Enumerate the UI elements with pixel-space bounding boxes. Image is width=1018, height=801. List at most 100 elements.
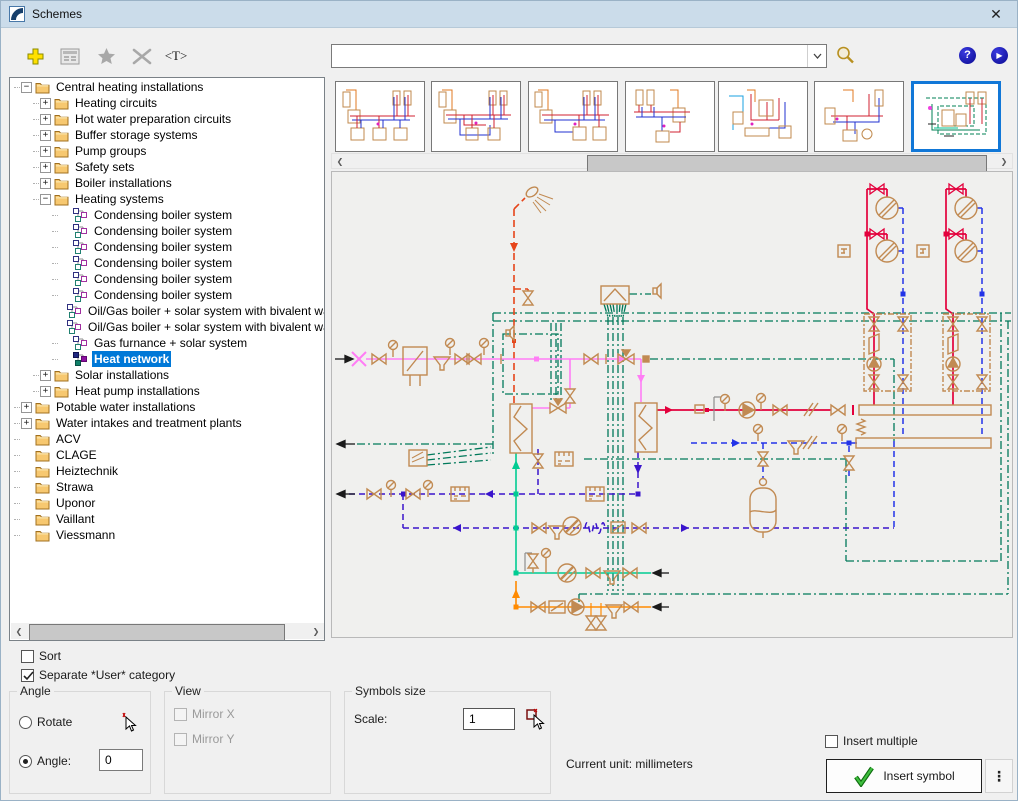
scale-input[interactable] xyxy=(463,708,515,730)
expand-icon[interactable]: + xyxy=(21,418,32,429)
tree-item[interactable]: Uponor xyxy=(10,495,324,511)
search-dropdown-button[interactable] xyxy=(807,45,826,67)
tree-item[interactable]: Condensing boiler system xyxy=(10,255,324,271)
tree-item[interactable]: + Heat pump installations xyxy=(10,383,324,399)
collapse-icon[interactable]: − xyxy=(40,194,51,205)
mirror-y-checkbox[interactable] xyxy=(174,733,187,746)
angle-input[interactable] xyxy=(99,749,143,771)
expand-icon[interactable]: + xyxy=(40,178,51,189)
scheme-thumbnail[interactable] xyxy=(814,81,904,152)
tree-guide xyxy=(52,231,58,232)
insert-multiple-option[interactable]: Insert multiple xyxy=(825,734,918,749)
scheme-thumbnail-selected[interactable] xyxy=(911,81,1001,152)
tree-item-label: Heat pump installations xyxy=(73,383,202,399)
expand-icon[interactable]: + xyxy=(40,114,51,125)
tree-guide xyxy=(14,503,20,504)
play-button[interactable]: ▶ xyxy=(991,47,1008,64)
tree-item-label: Condensing boiler system xyxy=(92,255,234,271)
expander-spacer xyxy=(21,530,32,541)
tree-item-label: Pump groups xyxy=(73,143,148,159)
tree-item[interactable]: +Buffer storage systems xyxy=(10,127,324,143)
tree-item[interactable]: Condensing boiler system xyxy=(10,223,324,239)
indigo-arrows xyxy=(401,465,689,532)
folder-icon xyxy=(35,464,51,478)
add-button[interactable] xyxy=(23,44,47,68)
text-symbol-icon: <T> xyxy=(165,48,188,64)
tree-item[interactable]: +Solar installations xyxy=(10,367,324,383)
scheme-thumbnail[interactable] xyxy=(528,81,618,152)
scroll-left-icon[interactable]: ❮ xyxy=(11,623,27,639)
title-bar: Schemes ✕ xyxy=(1,1,1017,28)
tree-item[interactable]: Heiztechnik xyxy=(10,463,324,479)
delete-button[interactable] xyxy=(130,44,154,68)
tree-item[interactable]: + Pump groups xyxy=(10,143,324,159)
expand-icon[interactable]: + xyxy=(21,402,32,413)
separate-user-checkbox[interactable] xyxy=(21,669,34,682)
angle-radio[interactable] xyxy=(19,755,32,768)
tree-item[interactable]: Condensing boiler system xyxy=(10,239,324,255)
tree-item[interactable]: Condensing boiler system xyxy=(10,287,324,303)
pick-scale-button[interactable] xyxy=(525,708,547,730)
tree-item[interactable]: +Safety sets xyxy=(10,159,324,175)
scheme-icon xyxy=(67,304,83,318)
tree-item-label: Heat network xyxy=(92,351,171,367)
tree-item[interactable]: Condensing boiler system xyxy=(10,207,324,223)
expander-spacer xyxy=(59,226,70,237)
tree-horizontal-scrollbar[interactable]: ❮ ❯ xyxy=(11,623,324,639)
insert-multiple-checkbox[interactable] xyxy=(825,735,838,748)
scheme-thumbnail[interactable] xyxy=(335,81,425,152)
tree-item[interactable]: ACV xyxy=(10,431,324,447)
favorite-button[interactable] xyxy=(94,44,118,68)
tree-item[interactable]: Condensing boiler system xyxy=(10,271,324,287)
text-symbol-button[interactable]: <T> xyxy=(164,44,188,68)
search-input[interactable] xyxy=(332,45,807,67)
scheme-icon xyxy=(73,208,89,222)
tree-item[interactable]: Gas furnance + solar system xyxy=(10,335,324,351)
tree-item[interactable]: +Boiler installations xyxy=(10,175,324,191)
tree-item[interactable]: +Water intakes and treatment plants xyxy=(10,415,324,431)
properties-button[interactable] xyxy=(58,44,82,68)
mirror-x-checkbox[interactable] xyxy=(174,708,187,721)
close-button[interactable]: ✕ xyxy=(985,4,1007,24)
tree-item[interactable]: Viessmann xyxy=(10,527,324,543)
tree-scrollbar-thumb[interactable] xyxy=(29,624,285,641)
expand-icon[interactable]: + xyxy=(40,98,51,109)
rotate-radio[interactable] xyxy=(19,716,32,729)
scheme-thumbnail[interactable] xyxy=(625,81,715,152)
scale-label: Scale: xyxy=(354,712,387,726)
tree-item[interactable]: CLAGE xyxy=(10,447,324,463)
tree-guide xyxy=(33,103,39,104)
tree-item[interactable]: +Heating circuits xyxy=(10,95,324,111)
sort-option[interactable]: Sort xyxy=(21,649,61,664)
app-icon xyxy=(9,6,25,22)
collapse-icon[interactable]: − xyxy=(21,82,32,93)
expand-icon[interactable]: + xyxy=(40,370,51,381)
search-button[interactable] xyxy=(833,43,857,67)
tree-item[interactable]: +Potable water installations xyxy=(10,399,324,415)
tree-item[interactable]: −Central heating installations xyxy=(10,79,324,95)
tree-item[interactable]: Strawa xyxy=(10,479,324,495)
scroll-right-icon[interactable]: ❯ xyxy=(308,623,324,639)
tree-item[interactable]: Heat network xyxy=(10,351,324,367)
sort-checkbox[interactable] xyxy=(21,650,34,663)
thumbnail-scrollbar[interactable]: ❮ ❯ xyxy=(331,153,1013,169)
help-button[interactable]: ? xyxy=(959,47,976,64)
tree-item[interactable]: Vaillant xyxy=(10,511,324,527)
tree-item[interactable]: Oil/Gas boiler + solar system with bival… xyxy=(10,319,324,335)
scroll-right-icon[interactable]: ❯ xyxy=(996,154,1012,168)
expand-icon[interactable]: + xyxy=(40,386,51,397)
more-options-button[interactable]: ⋮ xyxy=(985,759,1013,793)
scroll-left-icon[interactable]: ❮ xyxy=(332,154,348,168)
expand-icon[interactable]: + xyxy=(40,162,51,173)
tree-item[interactable]: −Heating systems xyxy=(10,191,324,207)
rotate-option[interactable]: Rotate xyxy=(19,715,72,730)
scheme-thumbnail[interactable] xyxy=(718,81,808,152)
scheme-thumbnail[interactable] xyxy=(431,81,521,152)
tree-item[interactable]: +Hot water preparation circuits xyxy=(10,111,324,127)
insert-symbol-button[interactable]: Insert symbol xyxy=(826,759,982,793)
separate-user-option[interactable]: Separate *User* category xyxy=(21,668,175,683)
expand-icon[interactable]: + xyxy=(40,146,51,157)
expand-icon[interactable]: + xyxy=(40,130,51,141)
tree-item[interactable]: Oil/Gas boiler + solar system with bival… xyxy=(10,303,324,319)
angle-option[interactable]: Angle: xyxy=(19,754,71,769)
